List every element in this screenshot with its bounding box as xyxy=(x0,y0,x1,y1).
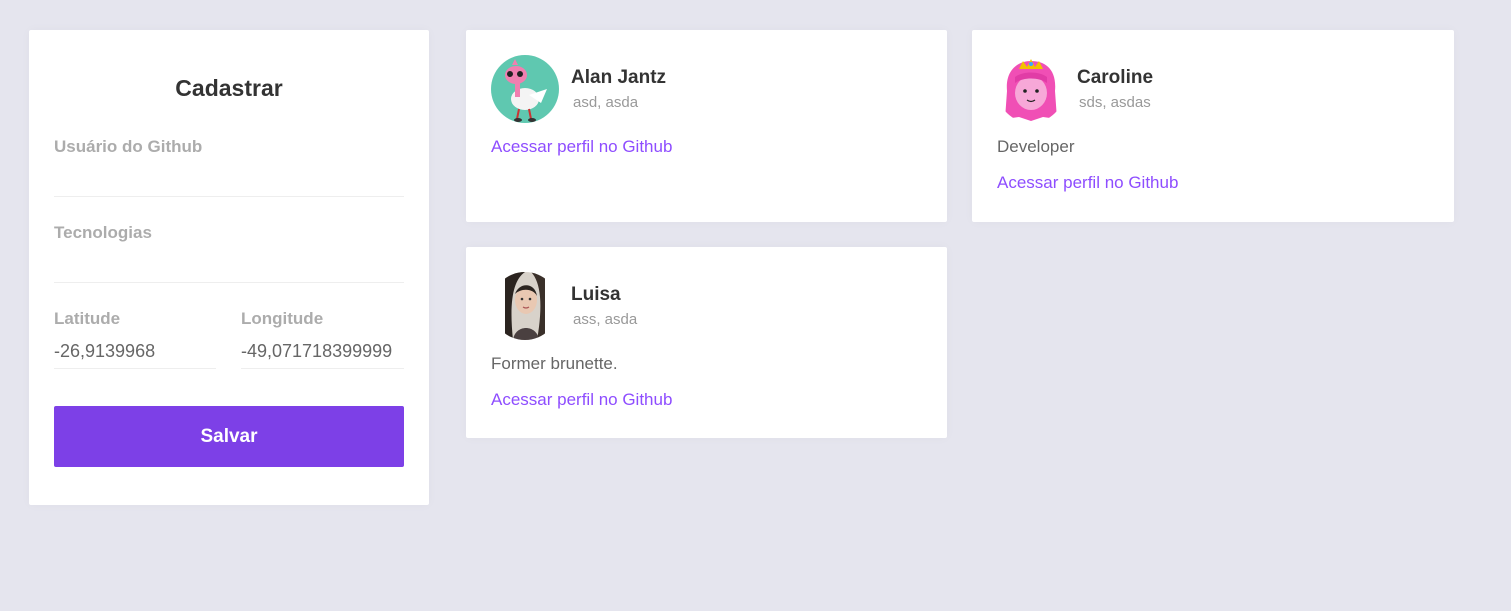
photo-avatar xyxy=(491,272,559,340)
cartoon-character-avatar xyxy=(491,55,559,123)
save-button[interactable]: Salvar xyxy=(54,406,404,467)
register-form-panel: Cadastrar Usuário do Github Tecnologias … xyxy=(29,30,429,505)
longitude-input[interactable] xyxy=(241,335,404,369)
techs-input[interactable] xyxy=(54,249,404,283)
dev-bio: Former brunette. xyxy=(491,354,618,373)
techs-label: Tecnologias xyxy=(54,223,152,242)
person-photo-icon xyxy=(505,272,545,340)
dev-card: Luisa ass, asda Former brunette. Acessar… xyxy=(466,247,947,438)
dev-name: Luisa xyxy=(571,284,621,305)
dev-card-header: Luisa ass, asda xyxy=(491,272,922,340)
github-profile-link[interactable]: Acessar perfil no Github xyxy=(491,390,672,410)
github-username-label: Usuário do Github xyxy=(54,137,203,156)
dev-name: Caroline xyxy=(1077,67,1154,88)
longitude-label: Longitude xyxy=(241,309,324,328)
techs-field: Tecnologias xyxy=(54,223,404,283)
dev-card-header: Caroline sds, asdas xyxy=(997,55,1429,123)
cartoon-character-icon xyxy=(505,59,547,122)
github-profile-link[interactable]: Acessar perfil no Github xyxy=(491,137,672,157)
form-title: Cadastrar xyxy=(175,75,283,101)
dev-card-header: Alan Jantz asd, asda xyxy=(491,55,922,123)
dev-card: Alan Jantz asd, asda Acessar perfil no G… xyxy=(466,30,947,222)
princess-bubblegum-avatar xyxy=(997,55,1065,123)
princess-character-icon xyxy=(1005,59,1057,121)
latitude-input[interactable] xyxy=(54,335,216,369)
dev-techs: ass, asda xyxy=(573,311,638,328)
dev-info: Caroline sds, asdas xyxy=(1077,67,1153,111)
dev-bio: Developer xyxy=(997,137,1075,156)
dev-info: Alan Jantz asd, asda xyxy=(571,67,666,111)
latitude-label: Latitude xyxy=(54,309,121,328)
dev-info: Luisa ass, asda xyxy=(571,284,637,328)
github-profile-link[interactable]: Acessar perfil no Github xyxy=(997,173,1178,193)
latitude-field: Latitude xyxy=(54,309,216,369)
app-root: Cadastrar Usuário do Github Tecnologias … xyxy=(0,0,1511,611)
longitude-field: Longitude xyxy=(241,309,404,369)
github-username-field: Usuário do Github xyxy=(54,137,404,197)
dev-techs: asd, asda xyxy=(573,94,639,111)
github-username-input[interactable] xyxy=(54,163,404,197)
dev-techs: sds, asdas xyxy=(1079,94,1151,111)
dev-name: Alan Jantz xyxy=(571,67,667,88)
dev-card: Caroline sds, asdas Developer Acessar pe… xyxy=(972,30,1454,222)
